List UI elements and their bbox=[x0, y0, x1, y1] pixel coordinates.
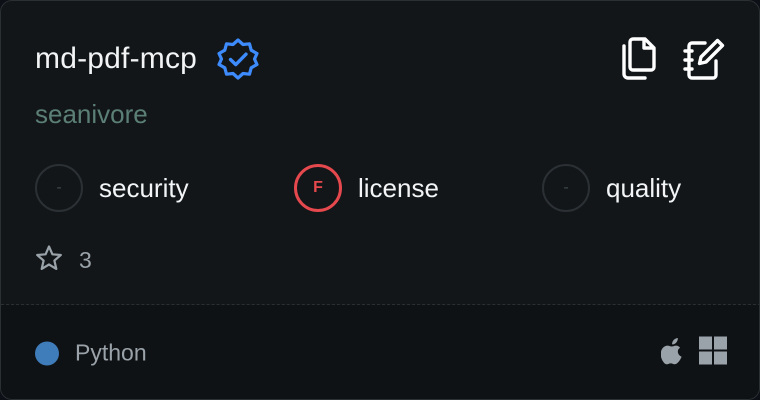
platform-icons bbox=[660, 336, 727, 370]
copy-icon[interactable] bbox=[615, 36, 659, 82]
server-card[interactable]: md-pdf-mcp seanivore - security F licens… bbox=[0, 0, 760, 400]
windows-icon bbox=[699, 336, 727, 370]
apple-icon bbox=[660, 337, 685, 370]
server-title[interactable]: md-pdf-mcp bbox=[35, 42, 197, 76]
title-row: md-pdf-mcp bbox=[35, 37, 261, 81]
score-grade-security: - bbox=[35, 164, 83, 212]
star-count: 3 bbox=[35, 241, 92, 279]
stars-value: 3 bbox=[79, 246, 92, 273]
star-icon bbox=[35, 244, 63, 277]
score-row: - security F license - quality bbox=[35, 164, 735, 212]
language-name: Python bbox=[75, 339, 147, 366]
score-label-license: license bbox=[358, 172, 439, 203]
score-grade-license: F bbox=[294, 164, 342, 212]
score-label-quality: quality bbox=[606, 172, 682, 203]
score-grade-quality: - bbox=[542, 164, 590, 212]
verified-badge-icon bbox=[215, 36, 261, 82]
language-tag: Python bbox=[35, 340, 147, 367]
score-security[interactable]: - security bbox=[35, 164, 189, 212]
notebook-edit-icon[interactable] bbox=[681, 36, 725, 82]
score-quality[interactable]: - quality bbox=[542, 164, 681, 212]
card-actions bbox=[615, 36, 725, 82]
owner-name[interactable]: seanivore bbox=[35, 99, 148, 130]
language-color-dot bbox=[35, 341, 59, 365]
card-footer: Python bbox=[1, 305, 759, 399]
score-label-security: security bbox=[99, 172, 189, 203]
score-license[interactable]: F license bbox=[294, 164, 439, 212]
